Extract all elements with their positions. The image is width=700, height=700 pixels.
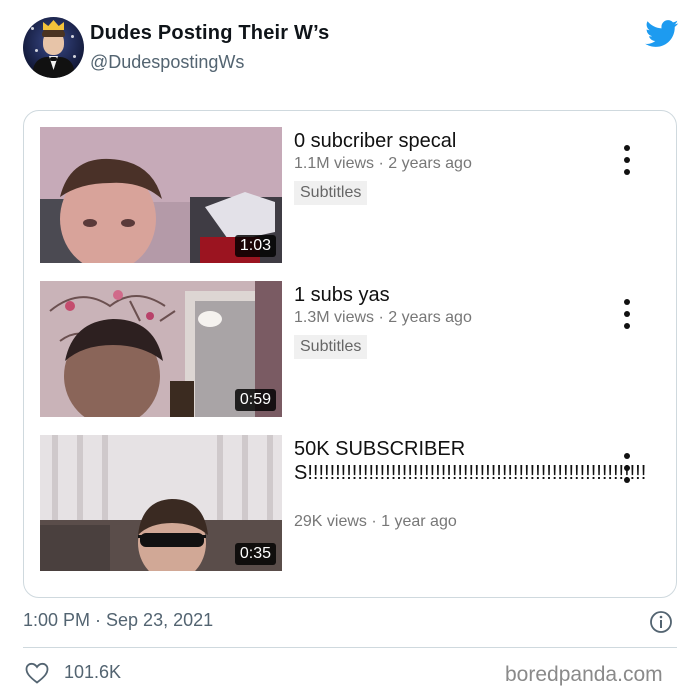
subtitles-badge: Subtitles [294,335,368,359]
tweet-timestamp[interactable]: 1:00 PM · Sep 23, 2021 [23,610,213,631]
heart-icon[interactable] [25,662,49,684]
video-meta: 1.1M views · 2 years ago [294,155,472,172]
subtitles-badge: Subtitles [294,181,368,205]
tweet-media-image[interactable]: 1:03 0 subcriber specal 1.1M views · 2 y… [23,110,677,598]
video-thumbnail[interactable]: 0:59 [40,281,282,417]
like-count[interactable]: 101.6K [64,662,121,683]
video-meta: 29K views · 1 year ago [294,513,457,530]
user-handle[interactable]: @DudespostingWs [90,52,244,73]
twitter-bird-icon[interactable] [645,20,679,48]
video-duration: 1:03 [234,235,276,257]
more-vertical-icon[interactable] [622,145,632,175]
video-duration: 0:35 [234,543,276,565]
video-title[interactable]: 1 subs yas [294,283,614,307]
video-thumbnail[interactable]: 0:35 [40,435,282,571]
video-title[interactable]: 0 subcriber specal [294,129,614,153]
video-item[interactable]: 1:03 0 subcriber specal 1.1M views · 2 y… [40,127,662,263]
tweet-header: Dudes Posting Their W’s @DudespostingWs [23,17,683,81]
video-duration: 0:59 [234,389,276,411]
display-name[interactable]: Dudes Posting Their W’s [90,22,329,45]
info-icon[interactable] [649,610,673,634]
video-title[interactable]: 50K SUBSCRIBERS!!!!!!!!!!!!!!!!!!!!!!!!!… [294,437,646,485]
watermark: boredpanda.com [505,663,663,686]
video-item[interactable]: 0:59 1 subs yas 1.3M views · 2 years ago… [40,281,662,417]
crown-icon [43,20,64,30]
avatar[interactable] [23,17,84,78]
video-thumbnail[interactable]: 1:03 [40,127,282,263]
video-meta: 1.3M views · 2 years ago [294,309,472,326]
video-item[interactable]: 0:35 50K SUBSCRIBERS!!!!!!!!!!!!!!!!!!!!… [40,435,662,571]
divider [23,647,677,648]
more-vertical-icon[interactable] [622,453,632,483]
more-vertical-icon[interactable] [622,299,632,329]
